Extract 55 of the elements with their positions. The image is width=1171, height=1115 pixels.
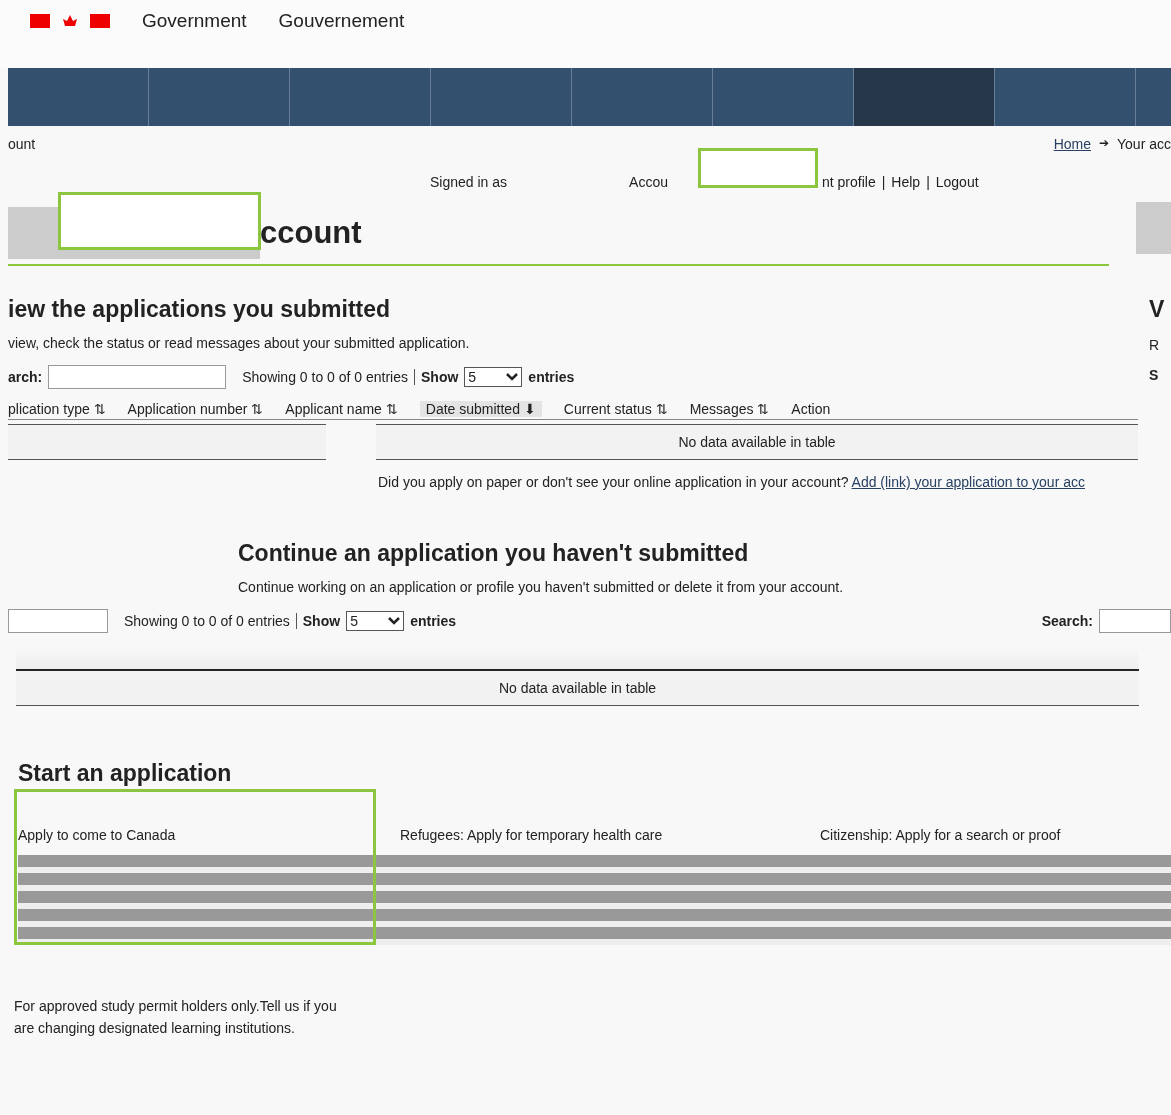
study-permit-note: For approved study permit holders only.Tell us if you are changing designated learning institutions. <box>14 997 338 1038</box>
side-heading: V <box>1149 296 1166 323</box>
add-application-link[interactable]: Add (link) your application to your acc <box>851 474 1085 490</box>
account-link[interactable]: Accou <box>629 174 668 190</box>
entries-info: Showing 0 to 0 of 0 entries <box>242 369 408 385</box>
entries-info: Showing 0 to 0 of 0 entries <box>124 613 290 629</box>
column-header[interactable]: Current status ⇅ <box>563 401 668 417</box>
nav-tab[interactable] <box>854 68 995 126</box>
page-size-select[interactable]: 5 <box>346 611 405 631</box>
side-text: S <box>1149 367 1160 383</box>
application-option-link[interactable]: Refugees: Apply for temporary health care <box>400 827 820 843</box>
paper-note: Did you apply on paper or don't see your online application in your account? <box>378 474 849 490</box>
show-label: Show <box>302 613 341 629</box>
government-name: Gouvernement <box>278 10 405 32</box>
signed-in-label: Signed in as <box>430 174 508 190</box>
search-label: arch: <box>8 369 43 385</box>
empty-table-message: No data available in table <box>16 671 1139 706</box>
section-heading: Continue an application you haven't submitted <box>238 540 750 567</box>
column-header[interactable]: plication type ⇅ <box>8 401 106 417</box>
breadcrumb-link[interactable]: Home <box>1053 136 1092 162</box>
side-text: R <box>1149 337 1161 353</box>
logout-link[interactable]: Logout <box>935 174 979 190</box>
page-size-select[interactable]: 5 <box>464 367 523 387</box>
column-header[interactable]: Application number ⇅ <box>127 401 264 417</box>
breadcrumb-link[interactable]: Your acc <box>1117 136 1171 162</box>
section-heading: Start an application <box>18 760 233 787</box>
search-field[interactable] <box>48 365 227 389</box>
profile-link[interactable]: nt profile <box>822 174 876 190</box>
entries-label: entries <box>410 613 457 629</box>
column-header[interactable]: Action <box>791 401 831 417</box>
government-name: Government <box>142 10 247 32</box>
column-header[interactable]: Applicant name ⇅ <box>285 401 398 417</box>
column-header[interactable]: Date submitted ⬇ <box>419 401 542 417</box>
search-label: Search: <box>1041 613 1093 629</box>
breadcrumb-separator: ➔ <box>1099 136 1110 152</box>
chevron-icon <box>506 373 519 381</box>
help-link[interactable]: Help <box>891 174 921 190</box>
column-header[interactable]: Messages ⇅ <box>689 401 770 417</box>
show-label: Show <box>421 369 459 385</box>
entries-label: entries <box>528 369 575 385</box>
page-title: ccount <box>260 215 362 251</box>
application-option-link[interactable]: Citizenship: Apply for a search or proof <box>820 827 1171 843</box>
flag-icon <box>30 12 110 30</box>
empty-table-message: No data available in table <box>376 424 1138 460</box>
banner-block <box>1136 202 1171 254</box>
link-separator: | <box>926 174 930 190</box>
chevron-icon <box>388 617 401 625</box>
link-separator: | <box>881 174 886 190</box>
section-intro: view, check the status or read messages about your submitted application. <box>8 335 471 351</box>
breadcrumb-current: ount <box>8 136 36 154</box>
application-option-link[interactable]: Apply to come to Canada <box>18 827 400 843</box>
section-heading: iew the applications you submitted <box>8 296 392 323</box>
search-field[interactable] <box>1099 609 1171 633</box>
search-field[interactable] <box>8 609 108 633</box>
section-intro: Continue working on an application or profile you haven't submitted or delete it from your account. <box>238 579 844 595</box>
